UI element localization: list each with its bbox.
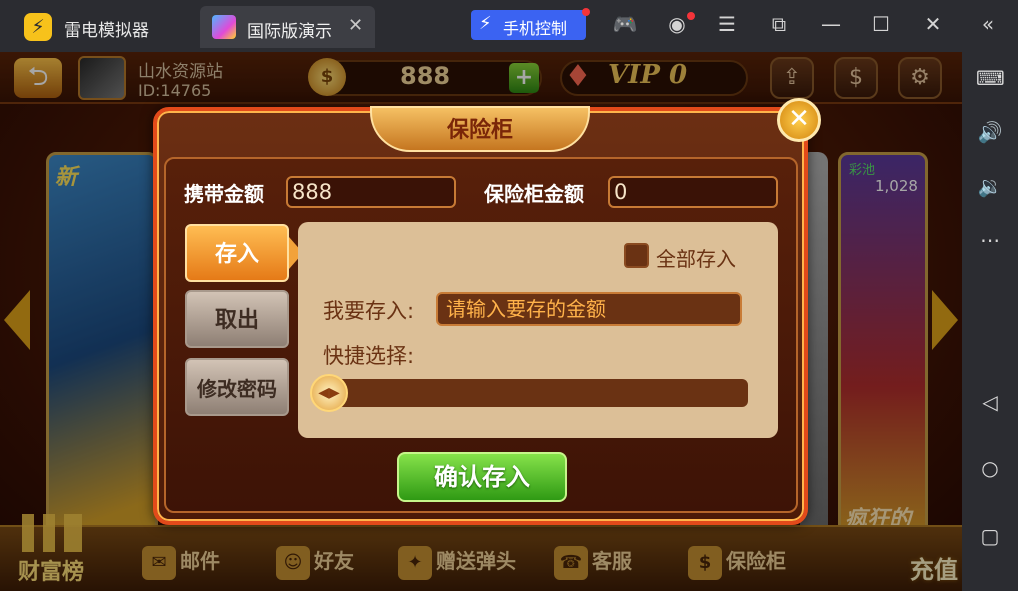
restore-window-icon[interactable]: ⧉	[766, 12, 792, 36]
quick-select-label: 快捷选择:	[323, 344, 415, 368]
tab-game[interactable]: 国际版演示 ✕	[200, 6, 375, 48]
volume-down-icon[interactable]: 🔉	[976, 172, 1004, 200]
notification-dot	[582, 8, 590, 16]
confirm-deposit-button[interactable]: 确认存入	[397, 452, 567, 502]
collapse-sidebar-icon[interactable]: «	[975, 12, 1001, 36]
deposit-amount-input[interactable]: 请输入要存的金额	[436, 292, 742, 326]
tab-close-icon[interactable]: ✕	[348, 15, 363, 36]
minimize-icon[interactable]: —	[818, 12, 844, 36]
safe-amount-label: 保险柜金额	[484, 182, 584, 206]
dialog-title: 保险柜	[446, 118, 513, 143]
dialog-close-button[interactable]: ✕	[777, 98, 821, 142]
emulator-sidebar: ⌨ 🔊 🔉 ⋯ ◁ ○ ▢	[962, 52, 1018, 591]
tab-change-password[interactable]: 修改密码	[185, 358, 289, 416]
tab-deposit[interactable]: 存入	[185, 224, 289, 282]
volume-up-icon[interactable]: 🔊	[976, 118, 1004, 146]
deposit-all-checkbox[interactable]	[624, 243, 649, 268]
deposit-all-label[interactable]: 全部存入	[656, 243, 736, 272]
game-app-icon	[212, 15, 236, 39]
home-icon[interactable]: ○	[976, 454, 1004, 482]
carry-amount-field: 888	[286, 176, 456, 208]
emulator-logo: ⚡	[24, 13, 52, 41]
close-window-icon[interactable]: ✕	[920, 12, 946, 36]
emulator-window: ⚡ 雷电模拟器 国际版演示 ✕ ⚡ 手机控制 🎮 ◉ ☰ ⧉ — ☐ ✕ « ⌨…	[0, 0, 1018, 591]
back-icon[interactable]: ◁	[976, 388, 1004, 416]
titlebar: ⚡ 雷电模拟器 国际版演示 ✕ ⚡ 手机控制 🎮 ◉ ☰ ⧉ — ☐ ✕ «	[0, 0, 1018, 52]
tab-label: 国际版演示	[247, 22, 332, 42]
phone-control-label: 手机控制	[503, 19, 568, 38]
more-icon[interactable]: ⋯	[976, 226, 1004, 254]
bolt-icon: ⚡	[479, 13, 492, 34]
safe-amount-field: 0	[608, 176, 778, 208]
quick-select-slider[interactable]	[316, 379, 748, 407]
carry-amount-label: 携带金额	[184, 182, 264, 206]
emulator-brand: 雷电模拟器	[64, 21, 149, 41]
maximize-icon[interactable]: ☐	[868, 12, 894, 36]
phone-control-button[interactable]: ⚡ 手机控制	[471, 10, 586, 40]
tab-withdraw[interactable]: 取出	[185, 290, 289, 348]
gamepad-icon[interactable]: 🎮	[612, 12, 638, 36]
account-notification-dot	[687, 12, 695, 20]
slider-handle[interactable]: ◀▶	[310, 374, 348, 412]
menu-icon[interactable]: ☰	[714, 12, 740, 36]
keyboard-icon[interactable]: ⌨	[976, 64, 1005, 92]
recents-icon[interactable]: ▢	[976, 522, 1004, 550]
deposit-amount-label: 我要存入:	[323, 299, 415, 323]
